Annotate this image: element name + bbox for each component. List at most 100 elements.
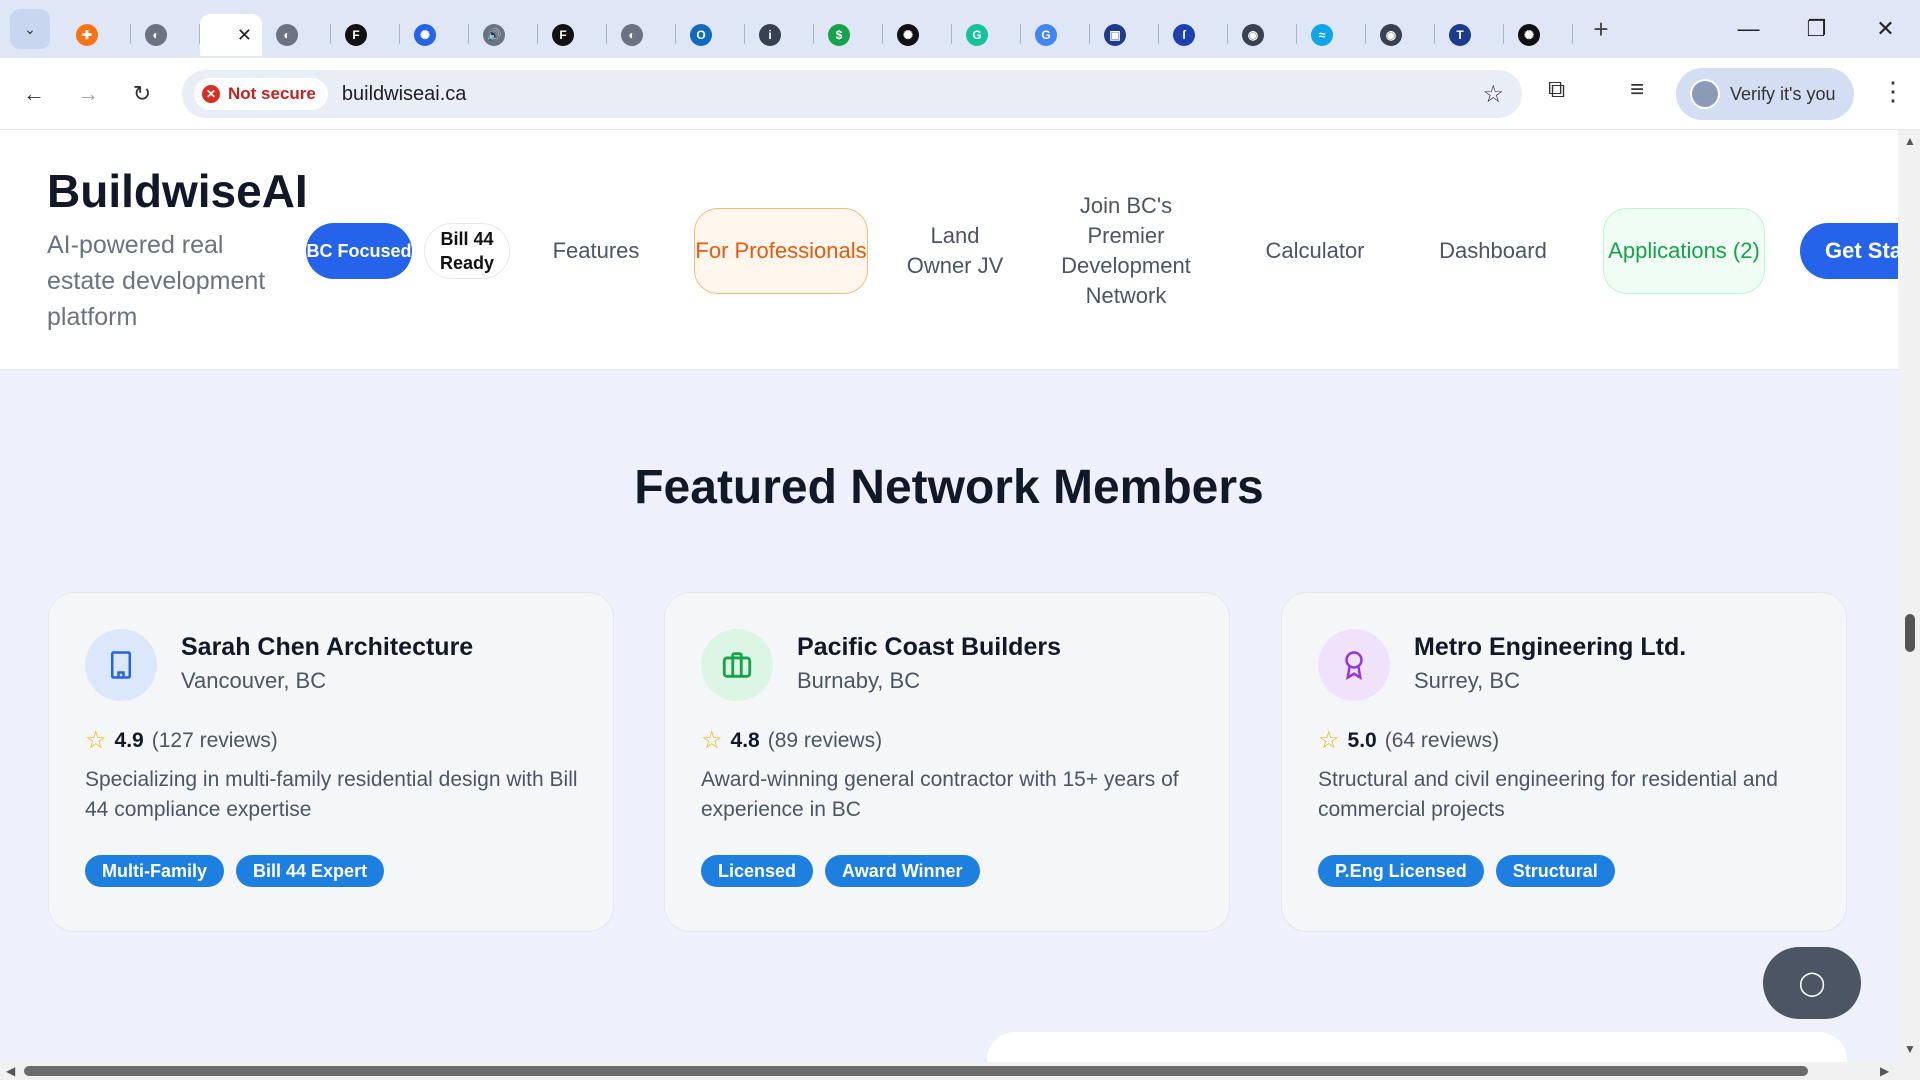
browser-tab[interactable]: $ (814, 14, 883, 56)
star-icon: ☆ (85, 727, 107, 754)
profile-button[interactable]: Verify it's you (1676, 68, 1854, 120)
site-logo[interactable]: BuildwiseAI (47, 164, 308, 218)
member-name: Sarah Chen Architecture (181, 633, 474, 661)
chat-bubble-icon: ◯ (1798, 969, 1826, 997)
star-icon: ☆ (1318, 727, 1340, 754)
horizontal-scrollbar[interactable]: ◀ ▶ (0, 1062, 1920, 1080)
briefcase-icon (701, 629, 773, 701)
address-bar[interactable]: ✕ Not secure buildwiseai.ca ☆ (182, 70, 1522, 118)
globe-icon: ◐ (276, 24, 298, 46)
chat-button[interactable]: ◯ (1763, 947, 1861, 1019)
member-tag: Structural (1495, 855, 1615, 887)
member-rating: ☆ 4.8 (89 reviews) (701, 726, 882, 755)
nav-dashboard[interactable]: Dashboard (1425, 235, 1561, 267)
browser-tab[interactable]: O (676, 14, 745, 56)
browser-tab[interactable]: G (1021, 14, 1090, 56)
security-indicator[interactable]: ✕ Not secure (194, 78, 328, 110)
bc-focused-badge: BC Focused (306, 223, 412, 279)
building-icon (85, 629, 157, 701)
member-location: Vancouver, BC (181, 668, 327, 693)
review-count: (127 reviews) (151, 728, 278, 752)
member-tag: Award Winner (825, 855, 980, 887)
tab-list: ✚ ◐ ✕ ◐ F ✺ 🔊 F ◐ Oi $ ✺ G G ▣ ſ ◉ ≈ ◉ T ✺ (62, 0, 1573, 58)
browser-toolbar: ← → ↻ ✕ Not secure buildwiseai.ca ☆ ⧉ ≡ … (0, 58, 1920, 130)
browser-tab[interactable]: ◉ (1228, 14, 1297, 56)
horizontal-scroll-thumb[interactable] (24, 1066, 1808, 1076)
forward-icon[interactable]: → (68, 74, 108, 114)
member-tags: Licensed Award Winner (701, 855, 980, 887)
openai-icon: ✺ (1518, 24, 1540, 46)
nav-applications[interactable]: Applications (2) (1603, 208, 1765, 294)
outlook-icon: O (690, 24, 712, 46)
browser-menu-icon[interactable]: ⋮ (1880, 76, 1906, 107)
browser-tab[interactable]: ◉ (1366, 14, 1435, 56)
restore-icon[interactable]: ❐ (1782, 0, 1851, 58)
browser-tab[interactable]: ✺ (1504, 14, 1573, 56)
minimize-icon[interactable]: — (1714, 0, 1783, 58)
section-title: Featured Network Members (634, 461, 1264, 514)
nav-join-network[interactable]: Join BC's Premier Development Network (1040, 190, 1212, 312)
browser-tab[interactable]: G (952, 14, 1021, 56)
member-location: Burnaby, BC (797, 668, 921, 693)
bookmark-star-icon[interactable]: ☆ (1482, 80, 1504, 109)
browser-tab[interactable]: ✕ (200, 14, 262, 56)
nav-calculator[interactable]: Calculator (1250, 235, 1380, 267)
framer-icon: F (345, 24, 367, 46)
globe-icon: ◐ (621, 24, 643, 46)
framer-icon: F (552, 24, 574, 46)
get-started-button[interactable]: Get Started (1800, 223, 1898, 279)
scroll-up-icon[interactable]: ▲ (1904, 134, 1916, 148)
close-window-icon[interactable]: ✕ (1851, 0, 1920, 58)
member-tag: Licensed (701, 855, 814, 887)
page-viewport: BuildwiseAI AI-powered real estate devel… (0, 130, 1898, 1062)
browser-tab[interactable]: ✺ (400, 14, 469, 56)
chrome-icon: ◉ (1242, 24, 1264, 46)
member-name: Metro Engineering Ltd. (1414, 633, 1687, 661)
reload-icon[interactable]: ↻ (122, 74, 162, 114)
browser-tab[interactable]: 🔊 (469, 14, 538, 56)
rating-score: 4.8 (730, 728, 760, 752)
member-card[interactable]: Sarah Chen Architecture Vancouver, BC ☆ … (48, 592, 614, 932)
nav-land-owner-jv[interactable]: Land Owner JV (905, 204, 1005, 298)
close-tab-icon[interactable]: ✕ (237, 25, 252, 46)
nav-features[interactable]: Features (540, 235, 652, 267)
openai-icon: ✺ (897, 24, 919, 46)
scroll-left-icon[interactable]: ◀ (6, 1064, 15, 1078)
browser-tab[interactable]: T (1435, 14, 1504, 56)
browser-tab[interactable]: ≈ (1297, 14, 1366, 56)
vertical-scrollbar[interactable]: ▲ ▼ (1898, 130, 1920, 1062)
browser-tab[interactable]: ◐ (131, 14, 200, 56)
browser-tab[interactable]: i (745, 14, 814, 56)
review-count: (64 reviews) (1384, 728, 1500, 752)
browser-tab[interactable]: F (331, 14, 400, 56)
new-tab-button[interactable]: + (1581, 14, 1621, 45)
globe-icon: ◐ (145, 24, 167, 46)
tab-search-menu-button[interactable]: ⌄ (10, 9, 50, 49)
browser-tab[interactable]: ✺ (883, 14, 952, 56)
scroll-right-icon[interactable]: ▶ (1880, 1064, 1889, 1078)
browser-tab[interactable]: ◐ (607, 14, 676, 56)
award-icon (1318, 629, 1390, 701)
member-location: Surrey, BC (1414, 668, 1520, 693)
dollar-icon: $ (828, 24, 850, 46)
profile-label: Verify it's you (1730, 83, 1836, 104)
media-control-icon[interactable]: ≡ (1630, 76, 1644, 104)
chrome-icon: ◉ (1380, 24, 1402, 46)
scroll-down-icon[interactable]: ▼ (1904, 1042, 1916, 1056)
browser-tab[interactable]: ✚ (62, 14, 131, 56)
browser-tab[interactable]: F (538, 14, 607, 56)
url-text[interactable]: buildwiseai.ca (342, 83, 467, 106)
member-card[interactable]: Pacific Coast Builders Burnaby, BC ☆ 4.8… (664, 592, 1230, 932)
audio-icon: 🔊 (483, 24, 505, 46)
browser-tab[interactable]: ſ (1159, 14, 1228, 56)
next-section-card (987, 1032, 1847, 1062)
extensions-icon[interactable]: ⧉ (1548, 76, 1565, 104)
openai-icon: ✺ (414, 24, 436, 46)
back-icon[interactable]: ← (14, 74, 54, 114)
browser-tab[interactable]: ◐ (262, 14, 331, 56)
nav-for-professionals[interactable]: For Professionals (694, 208, 868, 294)
browser-tab[interactable]: ▣ (1090, 14, 1159, 56)
member-card[interactable]: Metro Engineering Ltd. Surrey, BC ☆ 5.0 … (1281, 592, 1847, 932)
site-header: BuildwiseAI AI-powered real estate devel… (0, 130, 1898, 370)
vertical-scroll-thumb[interactable] (1905, 614, 1915, 652)
